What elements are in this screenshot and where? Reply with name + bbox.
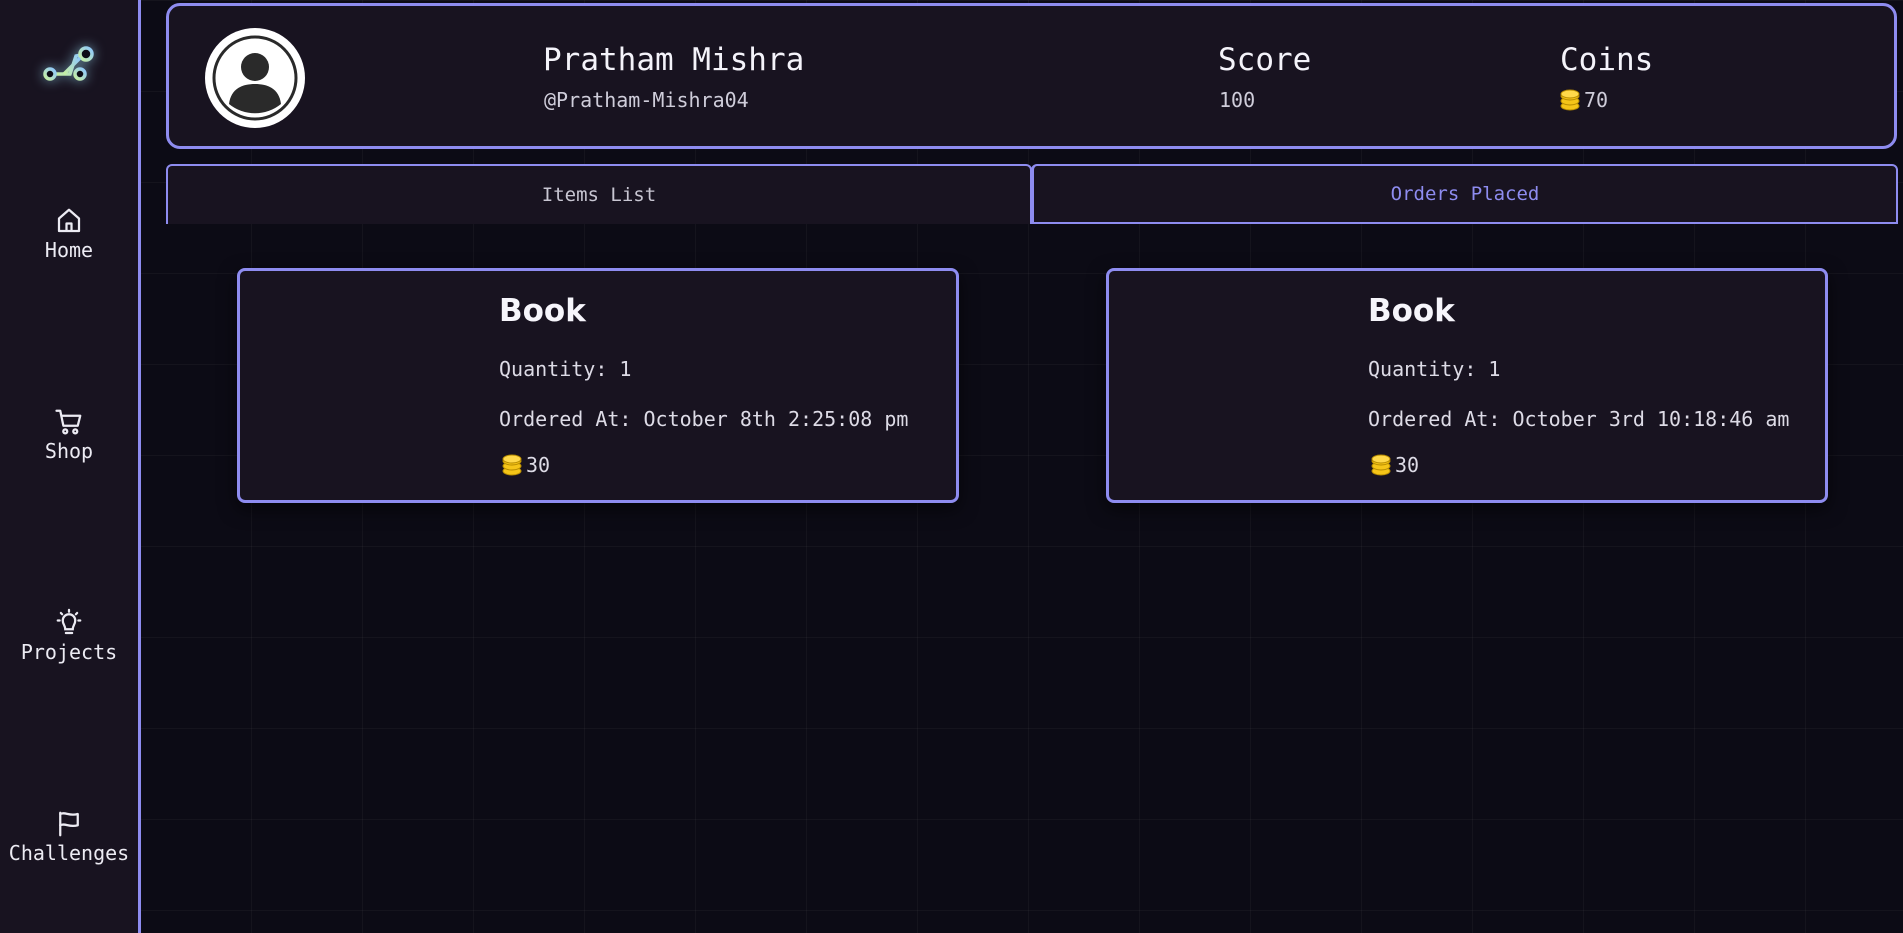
lightbulb-icon: [56, 608, 82, 635]
order-title: Book: [1368, 293, 1455, 329]
sidebar-item-label: Shop: [44, 439, 94, 463]
sidebar-item-projects[interactable]: Projects: [0, 608, 138, 664]
tab-orders-placed[interactable]: Orders Placed: [1031, 164, 1898, 224]
coins-balance: 70: [1560, 88, 1608, 112]
sidebar-item-label: Home: [44, 238, 94, 262]
profile-card: Pratham Mishra @Pratham-Mishra04 Score 1…: [166, 3, 1897, 149]
order-date: Ordered At: October 3rd 10:18:46 am: [1368, 407, 1790, 431]
order-quantity: Quantity: 1: [499, 357, 632, 381]
order-title: Book: [499, 293, 586, 329]
home-icon: [57, 208, 81, 233]
order-date: Ordered At: October 8th 2:25:08 pm: [499, 407, 909, 431]
order-price: 30: [1371, 453, 1419, 477]
order-price-value: 30: [526, 453, 551, 477]
sidebar-item-shop[interactable]: Shop: [0, 407, 138, 463]
tab-items-list[interactable]: Items List: [166, 164, 1032, 224]
order-card[interactable]: Book Quantity: 1 Ordered At: October 3rd…: [1106, 268, 1828, 503]
coins-label: Coins: [1560, 42, 1654, 78]
coins-icon: [1371, 454, 1391, 476]
coins-icon: [502, 454, 522, 476]
profile-handle: @Pratham-Mishra04: [544, 88, 749, 112]
sidebar-item-home[interactable]: Home: [0, 206, 138, 262]
order-quantity: Quantity: 1: [1368, 357, 1501, 381]
sidebar-item-label: Projects: [20, 640, 118, 664]
order-price: 30: [502, 453, 550, 477]
score-value: 100: [1219, 88, 1256, 112]
sidebar-item-challenges[interactable]: Challenges: [0, 809, 138, 865]
flag-icon: [59, 811, 79, 837]
avatar[interactable]: [205, 28, 305, 128]
sidebar: Home Shop Projects Challenges: [0, 0, 141, 933]
user-icon: [212, 35, 298, 121]
order-price-value: 30: [1395, 453, 1420, 477]
nodes-logo-icon[interactable]: [40, 42, 96, 86]
order-card[interactable]: Book Quantity: 1 Ordered At: October 8th…: [237, 268, 959, 503]
cart-icon: [55, 409, 82, 435]
profile-name: Pratham Mishra: [543, 42, 805, 78]
coins-icon: [1560, 89, 1580, 111]
coins-value: 70: [1584, 88, 1609, 112]
sidebar-item-label: Challenges: [8, 841, 130, 865]
score-label: Score: [1218, 42, 1312, 78]
